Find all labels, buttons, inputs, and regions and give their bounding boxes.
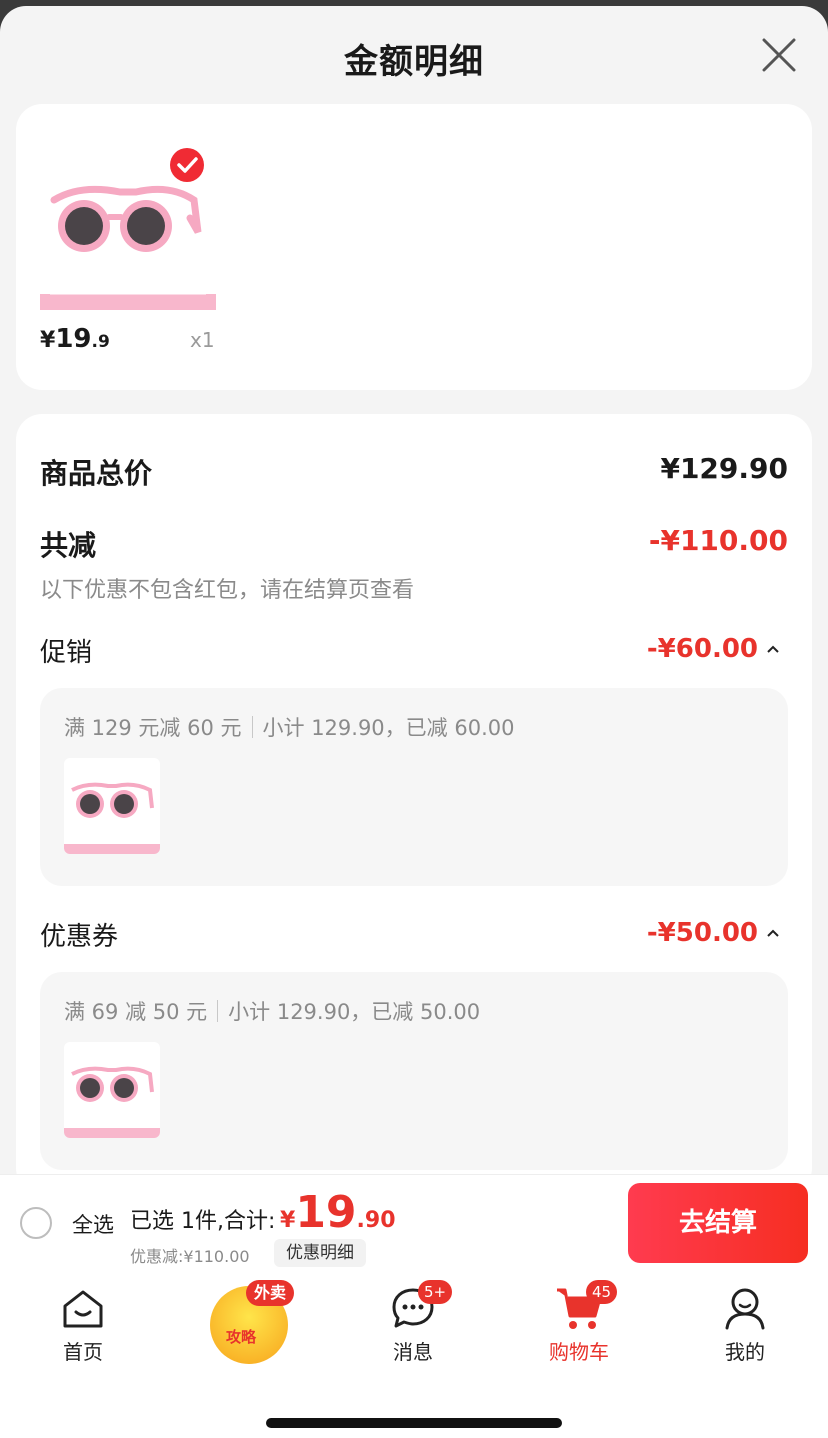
tab-cart-label: 购物车 [549,1340,609,1364]
cart-badge: 45 [586,1280,618,1304]
total-price-dec: .90 [356,1208,396,1233]
product-price-yen: ¥ [40,328,56,353]
tab-home-label: 首页 [63,1340,103,1364]
coupon-rule: 满 69 减 50 元 [64,1000,208,1024]
close-icon[interactable] [760,36,798,74]
select-all-radio[interactable] [20,1207,52,1239]
user-icon [725,1288,765,1330]
reduce-value: -¥110.00 [648,524,788,557]
sheet-title: 金额明细 [344,42,484,82]
selected-summary-label: 已选 1件,合计: [130,1209,276,1234]
discount-detail-button[interactable]: 优惠明细 [274,1239,366,1267]
total-value: ¥129.90 [660,452,788,485]
product-price-dec: .9 [91,332,110,352]
bottom-tab-bar: 首页 外卖 攻略 消息 5+ 购物车 45 我的 [0,1270,828,1438]
total-price-yen: ¥ [280,1208,296,1233]
promo-text: 攻略 [226,1328,257,1346]
chevron-up-icon[interactable] [766,642,780,656]
coupon-detail-box: 满 69 减 50 元小计 129.90，已减 50.00 [40,972,788,1170]
home-icon [63,1290,103,1328]
divider [217,1000,219,1022]
coupon-product-thumbnail[interactable] [64,1042,160,1138]
promo-detail-box: 满 129 元减 60 元小计 129.90，已减 60.00 [40,688,788,886]
promo-rule: 满 129 元减 60 元 [64,716,242,740]
product-price-int: 19 [55,324,92,354]
discount-note: 以下优惠不包含红包，请在结算页查看 [40,578,415,603]
reduce-label: 共减 [40,529,97,562]
coupon-detail-text: 满 69 减 50 元小计 129.90，已减 50.00 [64,996,480,1026]
selected-check-icon[interactable] [170,148,204,182]
total-price: ¥19.90 [280,1187,396,1238]
promo-subtotal: 小计 129.90，已减 60.00 [262,716,515,740]
product-price: ¥19.9 [40,324,110,354]
messages-badge: 5+ [418,1280,453,1304]
product-qty: x1 [190,328,215,352]
product-card: ¥19.9 x1 [16,104,812,390]
promo-product-thumbnail[interactable] [64,758,160,854]
promo-detail-text: 满 129 元减 60 元小计 129.90，已减 60.00 [64,712,514,742]
settlement-bar: 全选 已选 1件,合计: ¥19.90 优惠减:¥110.00 优惠明细 去结算 [0,1174,828,1270]
chevron-up-icon[interactable] [766,926,780,940]
total-price-int: 19 [295,1187,357,1238]
promo-badge: 外卖 [246,1280,295,1306]
promo-value[interactable]: -¥60.00 [647,634,758,664]
select-all-label[interactable]: 全选 [72,1209,114,1239]
coupon-value[interactable]: -¥50.00 [647,918,758,948]
tab-me-label: 我的 [725,1340,765,1364]
sheet-header: 金额明细 [0,6,828,104]
coupon-label: 优惠券 [40,922,119,952]
checkout-button[interactable]: 去结算 [628,1183,808,1263]
tab-home[interactable]: 首页 [28,1284,138,1365]
promo-label: 促销 [40,638,93,668]
tab-cart[interactable]: 购物车 45 [524,1280,634,1365]
divider [251,716,253,738]
tab-me[interactable]: 我的 [690,1284,800,1365]
home-indicator [266,1418,562,1428]
discount-amount: 优惠减:¥110.00 [130,1247,250,1266]
tab-messages[interactable]: 消息 5+ [358,1280,468,1365]
tab-messages-label: 消息 [393,1340,433,1364]
total-label: 商品总价 [40,457,153,490]
coupon-subtotal: 小计 129.90，已减 50.00 [228,1000,481,1024]
amount-detail-sheet: 金额明细 ¥19.9 x1 商品总价 ¥129.90 共减 -¥110.00 以… [0,6,828,1438]
price-summary-card: 商品总价 ¥129.90 共减 -¥110.00 以下优惠不包含红包，请在结算页… [16,414,812,1194]
